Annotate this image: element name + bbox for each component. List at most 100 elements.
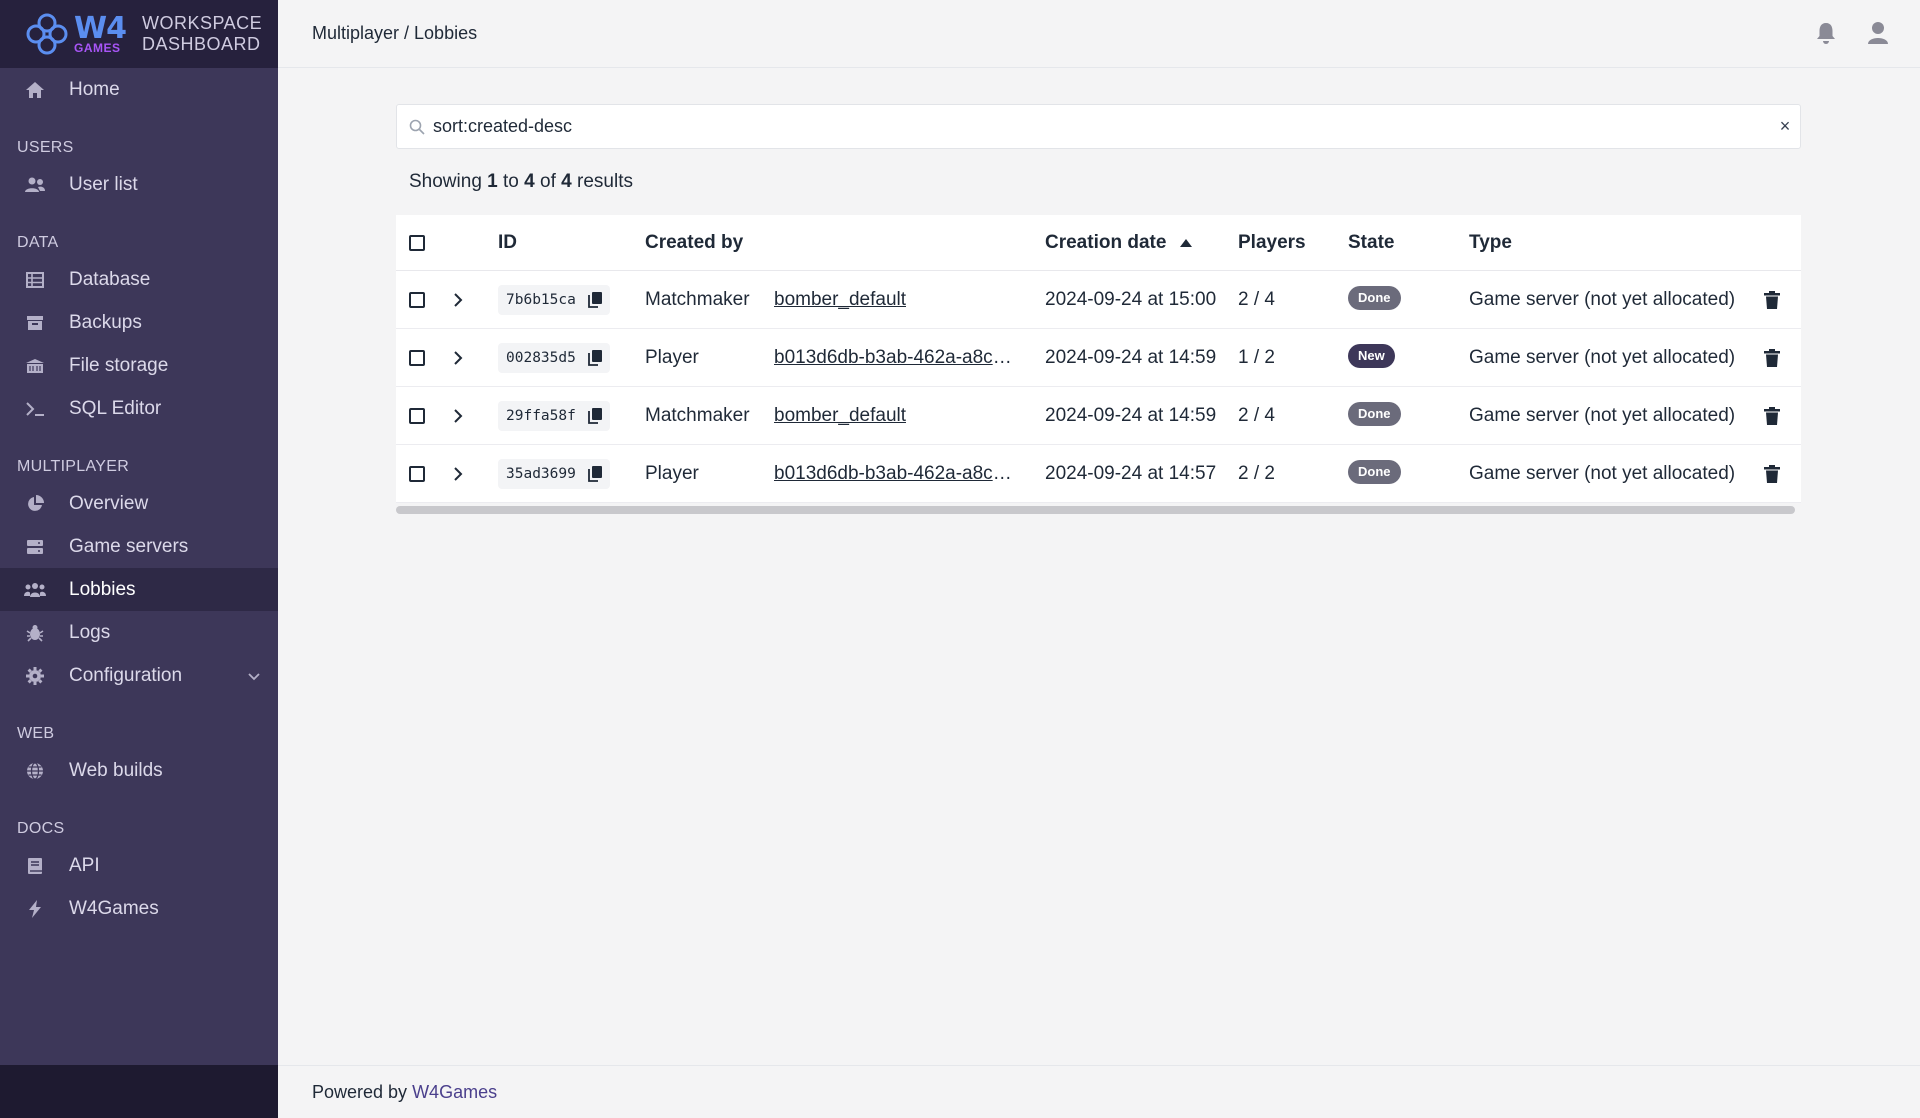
bell-icon[interactable] bbox=[1814, 20, 1838, 46]
lobbies-table: ID Created by Creation date Players Stat… bbox=[396, 215, 1801, 503]
lobby-id: 002835d5 bbox=[506, 349, 576, 366]
clear-search-button[interactable]: × bbox=[1770, 116, 1800, 137]
topbar: Multiplayer / Lobbies bbox=[278, 0, 1920, 68]
sidebar: W4 GAMES WORKSPACE DASHBOARD Home USERS … bbox=[0, 0, 278, 1118]
creation-date: 2024-09-24 at 14:59 bbox=[1045, 346, 1217, 368]
status-badge: Done bbox=[1348, 271, 1401, 328]
creator-type: Matchmaker bbox=[645, 288, 750, 310]
creator-link[interactable]: bomber_default bbox=[774, 271, 906, 328]
sidebar-item-file-storage[interactable]: File storage bbox=[0, 344, 278, 387]
copy-icon[interactable] bbox=[587, 465, 602, 482]
section-title-data: DATA bbox=[17, 234, 59, 251]
creation-date: 2024-09-24 at 15:00 bbox=[1045, 288, 1217, 310]
sidebar-item-label: Game servers bbox=[69, 535, 189, 557]
sidebar-item-sql-editor[interactable]: SQL Editor bbox=[0, 387, 278, 430]
chevron-down-icon[interactable] bbox=[248, 665, 260, 687]
creator-link[interactable]: bomber_default bbox=[774, 387, 906, 444]
sidebar-item-api[interactable]: API bbox=[0, 844, 278, 887]
table-row[interactable]: 35ad3699 Player b013d6db-b3ab-462a-a8c4…… bbox=[396, 445, 1801, 503]
select-all-checkbox[interactable] bbox=[409, 215, 425, 270]
sidebar-item-label: API bbox=[69, 854, 100, 876]
user-avatar-icon[interactable] bbox=[1866, 20, 1890, 46]
row-checkbox[interactable] bbox=[409, 387, 425, 444]
header-type[interactable]: Type bbox=[1469, 215, 1512, 270]
lobby-type: Game server (not yet allocated) bbox=[1469, 462, 1736, 484]
sidebar-item-configuration[interactable]: Configuration bbox=[0, 654, 278, 697]
creator-type: Player bbox=[645, 462, 699, 484]
creator-link[interactable]: b013d6db-b3ab-462a-a8c4… bbox=[774, 445, 1019, 502]
topbar-actions bbox=[1814, 20, 1890, 46]
group-icon bbox=[24, 579, 46, 601]
sidebar-item-backups[interactable]: Backups bbox=[0, 301, 278, 344]
brand-header[interactable]: W4 GAMES WORKSPACE DASHBOARD bbox=[0, 0, 278, 68]
sidebar-item-label: Home bbox=[69, 78, 120, 100]
creator-type: Matchmaker bbox=[645, 404, 750, 426]
trash-icon[interactable] bbox=[1764, 271, 1780, 328]
sidebar-item-web-builds[interactable]: Web builds bbox=[0, 749, 278, 792]
server-icon bbox=[24, 536, 46, 558]
row-checkbox[interactable] bbox=[409, 329, 425, 386]
pie-chart-icon bbox=[24, 493, 46, 515]
w4-logo-icon bbox=[24, 11, 70, 57]
section-title-docs: DOCS bbox=[17, 820, 65, 837]
chevron-right-icon[interactable] bbox=[453, 445, 463, 502]
sidebar-item-label: SQL Editor bbox=[69, 397, 162, 419]
storage-icon bbox=[24, 355, 46, 377]
table-row[interactable]: 29ffa58f Matchmaker bomber_default 2024-… bbox=[396, 387, 1801, 445]
lobby-id: 29ffa58f bbox=[506, 407, 576, 424]
chevron-right-icon[interactable] bbox=[453, 329, 463, 386]
copy-icon[interactable] bbox=[587, 349, 602, 366]
header-creation-date[interactable]: Creation date bbox=[1045, 215, 1193, 270]
sidebar-item-label: Database bbox=[69, 268, 151, 290]
sidebar-nav: Home USERS User list DATA Database Backu… bbox=[0, 68, 278, 930]
id-cell: 002835d5 bbox=[498, 329, 610, 386]
sidebar-item-database[interactable]: Database bbox=[0, 258, 278, 301]
table-row[interactable]: 7b6b15ca Matchmaker bomber_default 2024-… bbox=[396, 271, 1801, 329]
players-count: 2 / 4 bbox=[1238, 404, 1275, 426]
trash-icon[interactable] bbox=[1764, 329, 1780, 386]
section-title-users: USERS bbox=[17, 139, 74, 156]
players-count: 2 / 4 bbox=[1238, 288, 1275, 310]
creator-link[interactable]: b013d6db-b3ab-462a-a8c4… bbox=[774, 329, 1019, 386]
sidebar-item-home[interactable]: Home bbox=[0, 68, 278, 111]
footer-link-w4games[interactable]: W4Games bbox=[412, 1082, 497, 1103]
sidebar-item-game-servers[interactable]: Game servers bbox=[0, 525, 278, 568]
creator-type: Player bbox=[645, 346, 699, 368]
horizontal-scrollbar[interactable] bbox=[396, 506, 1795, 514]
id-cell: 29ffa58f bbox=[498, 387, 610, 444]
section-title-multiplayer: MULTIPLAYER bbox=[17, 458, 130, 475]
gear-icon bbox=[24, 665, 46, 687]
copy-icon[interactable] bbox=[587, 291, 602, 308]
id-cell: 7b6b15ca bbox=[498, 271, 610, 328]
trash-icon[interactable] bbox=[1764, 445, 1780, 502]
row-checkbox[interactable] bbox=[409, 445, 425, 502]
sidebar-item-user-list[interactable]: User list bbox=[0, 163, 278, 206]
id-cell: 35ad3699 bbox=[498, 445, 610, 502]
header-state[interactable]: State bbox=[1348, 215, 1394, 270]
sidebar-item-label: Logs bbox=[69, 621, 111, 643]
sidebar-item-label: File storage bbox=[69, 354, 169, 376]
header-id[interactable]: ID bbox=[498, 215, 517, 270]
row-checkbox[interactable] bbox=[409, 271, 425, 328]
home-icon bbox=[24, 79, 46, 101]
sidebar-item-label: Web builds bbox=[69, 759, 163, 781]
chevron-right-icon[interactable] bbox=[453, 271, 463, 328]
search-input[interactable] bbox=[433, 116, 1770, 137]
status-badge: Done bbox=[1348, 387, 1401, 444]
header-created-by[interactable]: Created by bbox=[645, 215, 743, 270]
search-bar: × bbox=[396, 104, 1801, 149]
sidebar-item-lobbies[interactable]: Lobbies bbox=[0, 568, 278, 611]
copy-icon[interactable] bbox=[587, 407, 602, 424]
chevron-right-icon[interactable] bbox=[453, 387, 463, 444]
lobby-id: 7b6b15ca bbox=[506, 291, 576, 308]
header-players[interactable]: Players bbox=[1238, 215, 1306, 270]
sidebar-item-logs[interactable]: Logs bbox=[0, 611, 278, 654]
book-icon bbox=[24, 855, 46, 877]
sidebar-item-overview[interactable]: Overview bbox=[0, 482, 278, 525]
footer-text: Powered by bbox=[312, 1081, 408, 1102]
sidebar-item-w4games[interactable]: W4Games bbox=[0, 887, 278, 930]
table-row[interactable]: 002835d5 Player b013d6db-b3ab-462a-a8c4…… bbox=[396, 329, 1801, 387]
trash-icon[interactable] bbox=[1764, 387, 1780, 444]
section-title-web: WEB bbox=[17, 725, 55, 742]
app-title: WORKSPACE DASHBOARD bbox=[141, 13, 263, 54]
